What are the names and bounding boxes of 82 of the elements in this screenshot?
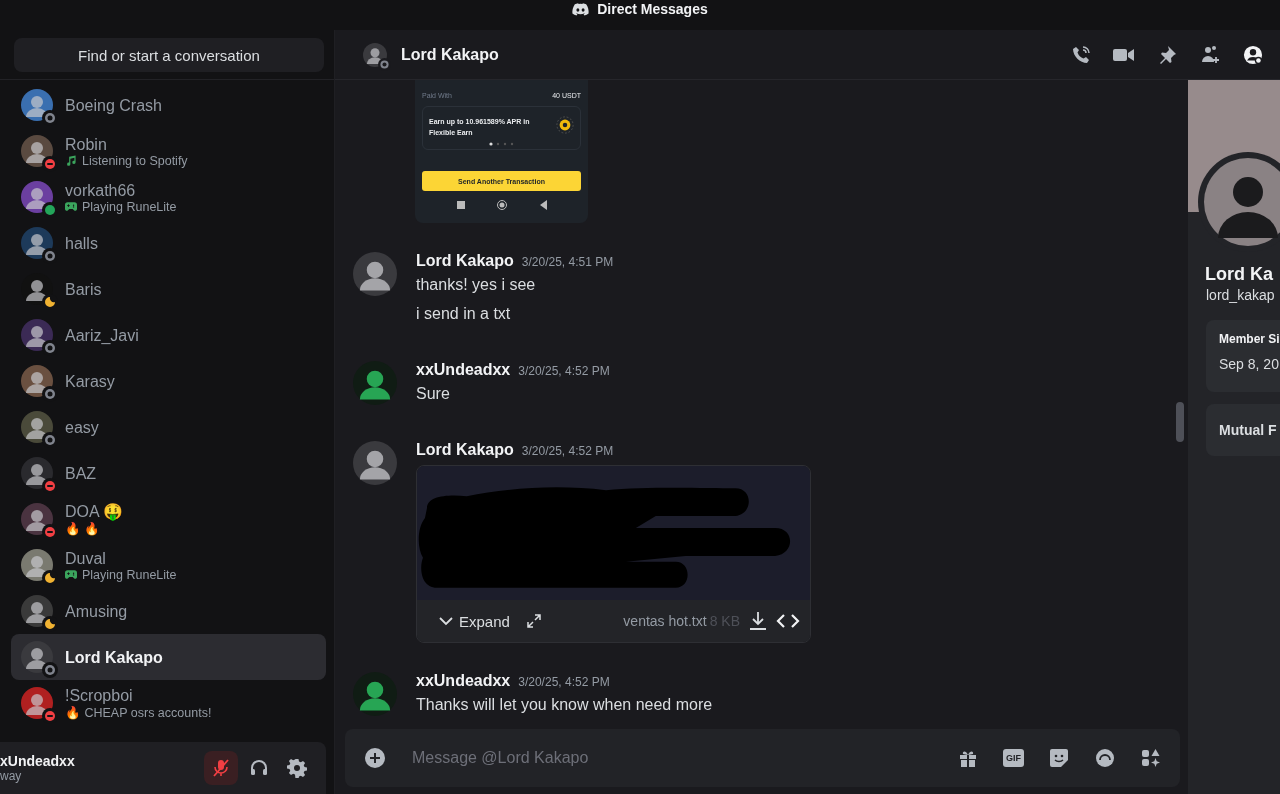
author-name[interactable]: Lord Kakapo — [416, 252, 514, 270]
dm-item[interactable]: Robin Listening to Spotify — [11, 128, 326, 174]
message-input[interactable]: Message @Lord Kakapo GIF — [345, 729, 1180, 787]
gif-button[interactable]: GIF — [1003, 749, 1024, 767]
discord-logo-icon — [572, 3, 590, 16]
music-note-icon — [65, 155, 77, 166]
expand-button[interactable]: Expand — [439, 612, 510, 630]
microphone-muted-icon — [211, 758, 231, 778]
scrollbar-thumb[interactable] — [1176, 402, 1184, 442]
activity-text: Listening to Spotify — [82, 153, 188, 168]
message-text: Thanks will let you know when need more — [416, 695, 713, 715]
activity-text: Playing RuneLite — [82, 567, 177, 582]
gamepad-icon — [65, 201, 77, 212]
file-name: ventas hot.txt — [623, 613, 707, 629]
dm-item[interactable]: BAZ — [11, 450, 326, 496]
window-title: Direct Messages — [597, 1, 708, 17]
message-text: i send in a txt — [416, 304, 512, 324]
dm-name: Karasy — [65, 371, 115, 391]
user-status: way — [0, 769, 23, 783]
card-heading: Mutual F — [1219, 422, 1277, 438]
dm-item[interactable]: Boeing Crash — [11, 82, 326, 128]
dm-item[interactable]: Lord Kakapo — [11, 634, 326, 680]
chat-title: Lord Kakapo — [401, 45, 499, 64]
mutual-friends-card[interactable]: Mutual F — [1206, 404, 1280, 456]
coin-icon — [556, 116, 574, 134]
dm-name: Baris — [65, 279, 102, 299]
timestamp: 3/20/25, 4:52 PM — [518, 675, 610, 689]
dm-name: Lord Kakapo — [65, 647, 163, 667]
dm-name: Amusing — [65, 601, 128, 621]
page-dots-icon — [489, 142, 515, 146]
card-heading: Member Si — [1219, 332, 1280, 346]
search-button[interactable]: Find or start a conversation — [14, 38, 324, 72]
dm-item[interactable]: Karasy — [11, 358, 326, 404]
dm-item[interactable]: !Scropboi 🔥 CHEAP osrs accounts! — [11, 680, 326, 726]
gamepad-icon — [65, 569, 77, 580]
dm-name: DOA 🤑 — [65, 502, 124, 521]
dm-item[interactable]: halls — [11, 220, 326, 266]
author-name[interactable]: xxUndeadxx — [416, 672, 511, 690]
dm-name: halls — [65, 233, 98, 253]
message-text: Sure — [416, 384, 451, 404]
dm-name: Robin — [65, 134, 108, 154]
activity-text: Playing RuneLite — [82, 199, 177, 214]
dm-name: Boeing Crash — [65, 95, 162, 115]
fullscreen-icon[interactable] — [525, 613, 542, 629]
timestamp: 3/20/25, 4:52 PM — [518, 364, 610, 378]
headphones-icon — [249, 758, 269, 778]
add-icon[interactable] — [364, 748, 386, 768]
settings-icon — [287, 758, 307, 778]
timestamp: 3/20/25, 4:52 PM — [521, 444, 614, 458]
dm-item[interactable]: Aariz_Javi — [11, 312, 326, 358]
user-profile-icon[interactable] — [1242, 44, 1264, 65]
dm-item[interactable]: Amusing — [11, 588, 326, 634]
phone-nav-bar-icon — [456, 200, 547, 210]
author-name[interactable]: xxUndeadxx — [416, 361, 511, 379]
sticker-icon[interactable] — [1048, 748, 1070, 768]
profile-username: lord_kakap — [1205, 287, 1276, 303]
activity-text: 🔥 CHEAP osrs accounts! — [65, 705, 212, 720]
author-name[interactable]: Lord Kakapo — [416, 441, 514, 459]
dm-item[interactable]: Duval Playing RuneLite — [11, 542, 326, 588]
timestamp: 3/20/25, 4:51 PM — [521, 255, 614, 269]
dm-name: Duval — [65, 548, 107, 568]
phone-icon[interactable] — [1070, 44, 1092, 65]
download-icon[interactable] — [748, 611, 768, 631]
profile-display-name: Lord Ka — [1204, 264, 1274, 285]
dm-item[interactable]: DOA 🤑 🔥 🔥 — [11, 496, 326, 542]
code-icon[interactable] — [776, 613, 800, 629]
message-text: thanks! yes i see — [416, 275, 537, 295]
dm-name: easy — [65, 417, 99, 437]
member-since-date: Sep 8, 20 — [1219, 356, 1280, 372]
microphone-button[interactable] — [204, 751, 238, 785]
dm-item[interactable]: Baris — [11, 266, 326, 312]
add-user-icon[interactable] — [1199, 44, 1221, 65]
dm-name: BAZ — [65, 463, 97, 483]
dm-name: vorkath66 — [65, 180, 137, 200]
caret-icon — [439, 616, 453, 626]
dm-item[interactable]: vorkath66 Playing RuneLite — [11, 174, 326, 220]
dm-name: Aariz_Javi — [65, 325, 139, 345]
user-name: xUndeadxx — [0, 753, 76, 769]
activity-text: 🔥 🔥 — [65, 521, 101, 536]
dm-name: !Scropboi — [65, 686, 134, 705]
dm-item[interactable]: easy — [11, 404, 326, 450]
apps-icon[interactable] — [1140, 748, 1162, 768]
